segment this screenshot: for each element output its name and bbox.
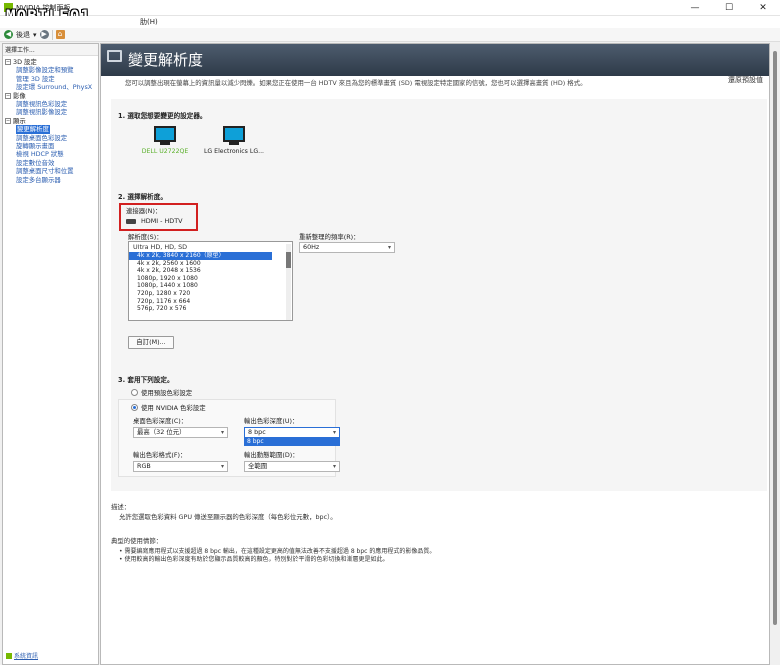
page-title: 變更解析度 — [128, 51, 204, 69]
connector-label: 連接器(N)： — [126, 207, 162, 215]
main-content: 變更解析度 還原預設值 您可以調整出現在螢幕上的資訊量以減少閃爍。如果您正在使用… — [100, 43, 770, 665]
back-button[interactable]: 後退 — [16, 30, 30, 40]
close-button[interactable]: ✕ — [746, 0, 780, 16]
sidebar-item-label: 變更解析度 — [16, 125, 50, 134]
sidebar-item[interactable]: 變更解析度 — [3, 125, 98, 134]
collapse-icon[interactable]: − — [5, 59, 11, 66]
resolution-item[interactable]: 1080p, 1920 x 1080 — [129, 275, 272, 283]
refresh-select[interactable]: 60Hz ▾ — [299, 242, 395, 253]
monitor-lg[interactable]: LG Electronics LG... — [201, 126, 267, 155]
sidebar-item-label: 調整影像設定和預覽 — [16, 66, 74, 75]
output-depth-option[interactable]: 8 bpc — [244, 438, 340, 446]
desktop-depth-select[interactable]: 最高（32 位元） ▾ — [133, 427, 228, 438]
usage-heading: 典型的使用情節： — [111, 537, 163, 545]
connector-value[interactable]: HDMI - HDTV — [126, 217, 183, 225]
monitor-label: DELL U2722QE — [141, 148, 189, 155]
back-dropdown-icon[interactable]: ▾ — [33, 31, 37, 39]
collapse-icon[interactable]: − — [5, 92, 11, 99]
resolution-item[interactable]: 720p, 1176 x 664 — [129, 298, 272, 306]
chevron-down-icon: ▾ — [220, 429, 224, 436]
resolution-list[interactable]: Ultra HD, HD, SD 4k x 2k, 3840 x 2160（原型… — [128, 241, 293, 321]
sidebar-item[interactable]: 管理 3D 設定 — [3, 75, 98, 83]
sidebar-item[interactable]: 調整影像設定和預覽 — [3, 66, 98, 74]
system-info-link[interactable]: 系統資訊 — [6, 651, 38, 660]
display-icon — [154, 126, 176, 142]
intro-text: 您可以調整出現在螢幕上的資訊量以減少閃爍。如果您正在使用一台 HDTV 來且為您… — [125, 79, 587, 87]
radio-nvidia-color[interactable]: 使用 NVIDIA 色彩設定 — [131, 403, 206, 412]
minimize-button[interactable]: — — [678, 0, 712, 16]
restore-defaults-link[interactable]: 還原預設值 — [728, 75, 763, 85]
step1-heading: 1. 選取您想要變更的設定器。 — [118, 112, 207, 120]
title-bar: NVIDIA 控制面板 — ☐ ✕ — [0, 0, 780, 16]
radio-default-color[interactable]: 使用預設色彩設定 — [131, 388, 192, 397]
toolbar: ◀ 後退 ▾ ▶ ⌂ — [0, 28, 780, 42]
monitor-label: LG Electronics LG... — [203, 148, 265, 155]
sidebar-item-label: 調整桌面尺寸和位置 — [16, 167, 74, 176]
resolution-item[interactable]: 4k x 2k, 3840 x 2160（原型） — [129, 252, 272, 260]
toolbar-separator — [51, 29, 53, 40]
forward-icon[interactable]: ▶ — [39, 30, 49, 39]
back-icon[interactable]: ◀ — [4, 30, 13, 39]
hdmi-icon — [126, 218, 136, 224]
desktop-depth-label: 桌面色彩深度(C)： — [133, 417, 188, 425]
resolution-item[interactable]: 576p, 720 x 576 — [129, 305, 272, 313]
customize-button[interactable]: 自訂(M)... — [128, 336, 174, 349]
menu-bar: 肋(H) — [0, 16, 780, 28]
chevron-down-icon: ▾ — [332, 429, 336, 436]
main-scrollbar[interactable] — [771, 43, 780, 665]
chevron-down-icon: ▾ — [220, 463, 224, 470]
resolution-scrollbar[interactable] — [286, 244, 291, 320]
display-icon — [223, 126, 245, 142]
description-heading: 描述： — [111, 503, 131, 511]
sidebar-item[interactable]: 調整桌面尺寸和位置 — [3, 167, 98, 175]
sidebar-item-label: 設定環 Surround、PhysX — [16, 83, 93, 92]
task-tree: −3D 設定 調整影像設定和預覽 管理 3D 設定 設定環 Surround、Phys… — [3, 56, 98, 184]
sidebar-item-label: 顯示 — [13, 116, 26, 125]
output-depth-select[interactable]: 8 bpc ▾ — [244, 427, 340, 438]
sidebar-item-label: 管理 3D 設定 — [16, 74, 55, 83]
sidebar-item-label: 設定多台顯示器 — [16, 175, 61, 184]
step3-heading: 3. 套用下列設定。 — [118, 376, 174, 384]
sidebar-item[interactable]: 檢視 HDCP 狀態 — [3, 150, 98, 158]
task-sidebar: 選擇工作... −3D 設定 調整影像設定和預覽 管理 3D 設定 設定環 Surro… — [2, 43, 99, 665]
menu-help[interactable]: 肋(H) — [140, 17, 158, 27]
collapse-icon[interactable]: − — [5, 118, 11, 125]
output-format-label: 輸出色彩格式(F)： — [133, 451, 187, 459]
chevron-down-icon: ▾ — [332, 463, 336, 470]
sidebar-item[interactable]: 設定多台顯示器 — [3, 176, 98, 184]
home-icon[interactable]: ⌂ — [55, 30, 65, 39]
output-format-select[interactable]: RGB ▾ — [133, 461, 228, 472]
usage-item: • 使用較高的輸出色彩深度有助於您顯示品質較高的顏色，特別對於平滑的色彩切換和漸… — [119, 556, 389, 563]
maximize-button[interactable]: ☐ — [712, 0, 746, 16]
page-banner: 變更解析度 還原預設值 — [101, 44, 769, 84]
resolution-item[interactable]: 1080p, 1440 x 1080 — [129, 282, 272, 290]
resolution-item[interactable]: 720p, 1280 x 720 — [129, 290, 272, 298]
chevron-down-icon: ▾ — [387, 244, 391, 251]
refresh-label: 重新整理的頻率(R)： — [299, 233, 360, 241]
sidebar-item-label: 調整桌面色彩設定 — [16, 133, 68, 142]
tree-category[interactable]: − 顯示 — [3, 117, 98, 125]
monitor-dell[interactable]: DELL U2722QE — [137, 126, 193, 155]
sidebar-item-label: 檢視 HDCP 狀態 — [16, 150, 64, 159]
resolution-group: Ultra HD, HD, SD — [133, 243, 188, 251]
sidebar-item[interactable]: 設定環 Surround、PhysX — [3, 83, 98, 91]
dynamic-range-label: 輸出動態範圍(D)： — [244, 451, 299, 459]
step2-heading: 2. 選擇解析度。 — [118, 193, 167, 201]
task-header: 選擇工作... — [3, 44, 98, 56]
resolution-item[interactable]: 4k x 2k, 2560 x 1600 — [129, 260, 272, 268]
sidebar-item[interactable]: 調整桌面色彩設定 — [3, 134, 98, 142]
sidebar-item[interactable]: 調整視訊影像設定 — [3, 108, 98, 116]
output-depth-label: 輸出色彩深度(U)： — [244, 417, 299, 425]
dynamic-range-select[interactable]: 全範圍 ▾ — [244, 461, 340, 472]
sidebar-item-label: 調整視訊影像設定 — [16, 108, 68, 117]
sidebar-item-label: 影像 — [13, 91, 26, 100]
tree-category[interactable]: − 影像 — [3, 92, 98, 100]
resolution-item[interactable]: 4k x 2k, 2048 x 1536 — [129, 267, 272, 275]
resolution-label: 解析度(S)： — [128, 233, 163, 241]
description-text: 允許您選取色彩資料 GPU 傳送至顯示器的色彩深度（每色彩位元數，bpc）。 — [119, 513, 337, 521]
system-info-icon — [6, 652, 12, 659]
monitor-icon — [107, 50, 122, 62]
